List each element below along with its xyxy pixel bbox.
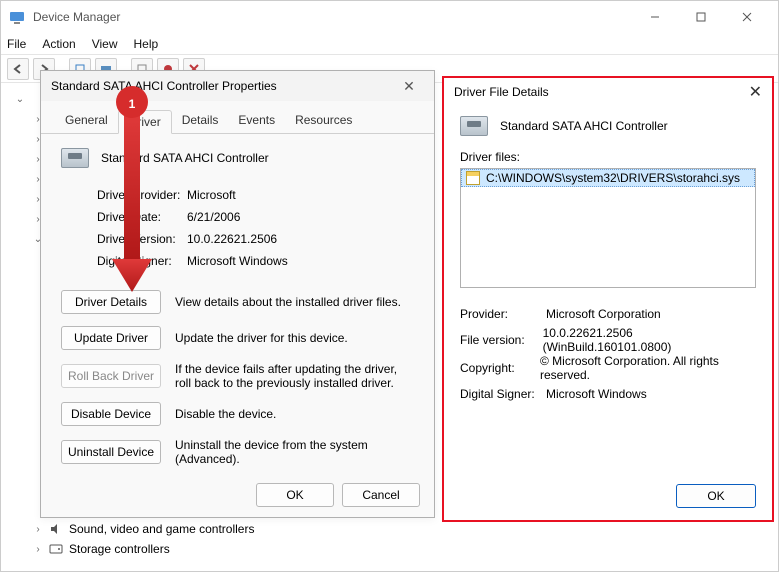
dialog-titlebar[interactable]: Driver File Details ✕ [444,78,772,106]
ok-button[interactable]: OK [256,483,334,507]
driver-details-button[interactable]: Driver Details [61,290,161,314]
window-buttons [632,1,770,33]
description: Update the driver for this device. [175,331,416,345]
close-icon[interactable]: ✕ [394,78,424,95]
ok-button[interactable]: OK [676,484,756,508]
file-path: C:\WINDOWS\system32\DRIVERS\storahci.sys [486,171,740,185]
label: Driver Version: [97,232,187,246]
file-icon [466,171,480,185]
cancel-button[interactable]: Cancel [342,483,420,507]
properties-dialog: Standard SATA AHCI Controller Properties… [40,70,435,518]
description: Disable the device. [175,407,416,421]
value: Microsoft Windows [187,254,288,268]
value: Microsoft Windows [546,387,647,401]
tree-item-storage[interactable]: › Storage controllers [33,539,774,559]
dialog-title: Driver File Details [454,85,549,99]
file-properties: Provider:Microsoft Corporation File vers… [460,302,756,406]
description: Uninstall the device from the system (Ad… [175,438,416,466]
label: Provider: [460,307,546,321]
label: Driver Date: [97,210,187,224]
value: 10.0.22621.2506 [187,232,277,246]
menu-file[interactable]: File [7,37,26,51]
titlebar: Device Manager [1,1,778,33]
device-icon [61,148,89,168]
tab-events[interactable]: Events [228,109,285,133]
sound-icon [49,523,63,535]
dialog-title: Standard SATA AHCI Controller Properties [51,79,277,93]
device-icon [460,116,488,136]
roll-back-driver-button: Roll Back Driver [61,364,161,388]
value: 10.0.22621.2506 (WinBuild.160101.0800) [543,326,756,354]
menu-help[interactable]: Help [134,37,159,51]
minimize-button[interactable] [632,1,678,33]
app-icon [9,9,25,25]
description: If the device fails after updating the d… [175,362,416,390]
driver-files-list[interactable]: C:\WINDOWS\system32\DRIVERS\storahci.sys [460,168,756,288]
value: © Microsoft Corporation. All rights rese… [540,354,756,382]
update-driver-button[interactable]: Update Driver [61,326,161,350]
label: Digital Signer: [460,387,546,401]
label: Driver Provider: [97,188,187,202]
device-name: Standard SATA AHCI Controller [500,119,668,133]
label: Digital Signer: [97,254,187,268]
tab-details[interactable]: Details [172,109,229,133]
label: Copyright: [460,361,540,375]
tree-item-label: Sound, video and game controllers [69,522,254,536]
disable-device-button[interactable]: Disable Device [61,402,161,426]
tree-item-sound[interactable]: › Sound, video and game controllers [33,519,774,539]
value: Microsoft Corporation [546,307,661,321]
device-name: Standard SATA AHCI Controller [101,151,269,165]
close-icon[interactable]: ✕ [749,82,762,102]
value: 6/21/2006 [187,210,240,224]
close-button[interactable] [724,1,770,33]
tab-resources[interactable]: Resources [285,109,362,133]
driver-info: Driver Provider:Microsoft Driver Date:6/… [97,184,416,272]
tab-general[interactable]: General [55,109,118,133]
menu-view[interactable]: View [92,37,118,51]
description: View details about the installed driver … [175,295,416,309]
uninstall-device-button[interactable]: Uninstall Device [61,440,161,464]
driver-files-label: Driver files: [460,150,756,164]
value: Microsoft [187,188,236,202]
tree-item-label: Storage controllers [69,542,170,556]
menu-action[interactable]: Action [42,37,75,51]
driver-file-details-dialog: Driver File Details ✕ Standard SATA AHCI… [442,76,774,522]
storage-icon [49,543,63,555]
list-item[interactable]: C:\WINDOWS\system32\DRIVERS\storahci.sys [461,169,755,187]
back-button[interactable] [7,58,29,80]
label: File version: [460,333,543,347]
dialog-titlebar[interactable]: Standard SATA AHCI Controller Properties… [41,71,434,101]
menu-bar: File Action View Help [1,33,778,55]
maximize-button[interactable] [678,1,724,33]
tab-driver[interactable]: Driver [118,110,172,134]
tab-strip: General Driver Details Events Resources [41,101,434,134]
window-title: Device Manager [33,10,632,24]
